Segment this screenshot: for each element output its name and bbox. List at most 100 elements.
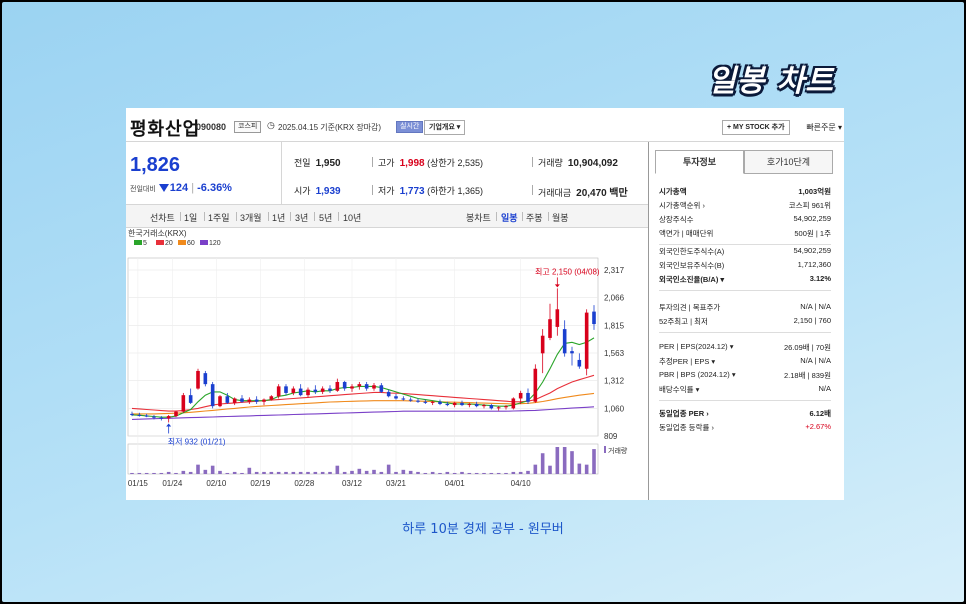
volume-bar xyxy=(408,470,413,474)
tab-3year[interactable]: 3년 xyxy=(295,211,308,224)
candle-body xyxy=(364,384,369,389)
stock-quote-panel: 평화산업 090080 코스피 ◷ 2025.04.15 기준(KRX 장마감)… xyxy=(126,108,844,500)
tab-3month[interactable]: 3개월 xyxy=(240,211,262,224)
volume-bar xyxy=(394,471,398,474)
info-row: PER | EPS(2024.12) ▾ 26.09배 | 70원 xyxy=(659,342,831,356)
info-row: 외국인보유주식수(B) 1,712,360 xyxy=(659,260,831,274)
info-key: 동일업종 등락률 › xyxy=(659,423,714,432)
tab-1week[interactable]: 1주일 xyxy=(208,211,230,224)
info-row: PBR | BPS (2024.12) ▾ 2.18배 | 839원 xyxy=(659,370,831,384)
slide-background: 일봉 차트 평화산업 090080 코스피 ◷ 2025.04.15 기준(KR… xyxy=(2,2,964,602)
volume-bar xyxy=(181,470,186,474)
info-value: 코스피 961위 xyxy=(788,201,831,210)
x-tick-label: 01/24 xyxy=(162,479,183,488)
candle-body xyxy=(504,406,508,408)
candle-body xyxy=(218,396,222,407)
y-tick-label: 1,563 xyxy=(604,349,625,358)
volume-bar xyxy=(137,472,142,474)
quick-order-button[interactable]: 빠른주문 ▾ xyxy=(806,122,842,133)
x-tick-label: 02/10 xyxy=(206,479,227,488)
change-percent: -6.36% xyxy=(197,182,232,194)
candle-body xyxy=(372,385,376,389)
volume-bar xyxy=(210,465,215,474)
info-value: 26.09배 | 70원 xyxy=(783,343,831,352)
x-tick-label: 02/28 xyxy=(294,479,315,488)
volume-bar xyxy=(262,471,266,474)
tab-1day[interactable]: 1일 xyxy=(184,211,197,224)
volume-bar xyxy=(438,472,442,474)
candle-body xyxy=(254,399,259,402)
candle-body xyxy=(386,391,391,397)
x-tick-label: 03/12 xyxy=(342,479,363,488)
stock-code: 090080 xyxy=(196,122,227,132)
candle-body xyxy=(320,388,325,392)
info-row: 시가총액순위 › 코스피 961위 xyxy=(659,200,831,214)
prev-close: 전일 1,950 xyxy=(294,158,341,169)
candle-body xyxy=(247,399,252,402)
candle-body xyxy=(511,398,516,409)
candle-body xyxy=(210,384,215,407)
quote-main: 1,826 전일대비 124 | -6.36% 전일 1,950 고가 1,998… xyxy=(126,142,648,500)
info-key: 액면가 | 매매단위 xyxy=(659,229,714,238)
volume-bar xyxy=(562,447,567,474)
info-divider xyxy=(659,290,831,291)
info-row: 상장주식수 54,902,259 xyxy=(659,214,831,228)
info-row: 시가총액 1,003억원 xyxy=(659,186,831,200)
volume-bar xyxy=(328,471,332,474)
tab-5year[interactable]: 5년 xyxy=(319,211,332,224)
volume-label: 거래량 xyxy=(608,446,628,455)
info-row: 액면가 | 매매단위 500원 | 1주 xyxy=(659,228,831,242)
date-label: 2025.04.15 기준(KRX 장마감) xyxy=(278,123,382,132)
info-value: 2,150 | 760 xyxy=(793,316,831,325)
tab-10year[interactable]: 10년 xyxy=(343,211,361,224)
candle-body xyxy=(518,392,523,399)
volume-bar xyxy=(548,465,552,474)
y-tick-label: 1,312 xyxy=(604,377,625,386)
volume-bar xyxy=(584,464,589,474)
tab-monthly[interactable]: 월봉 xyxy=(552,211,569,224)
chart-canvas: 2,317 2,066 1,815 1,563 1,312 1,060 809 01/15 01… xyxy=(127,229,628,488)
change-label: 전일대비 xyxy=(130,186,156,193)
tab-orderbook[interactable]: 호가10단계 xyxy=(744,150,833,174)
tab-candle[interactable]: 봉차트 xyxy=(466,211,491,224)
info-key: 투자의견 | 목표주가 xyxy=(659,303,721,312)
tab-daily[interactable]: 일봉 xyxy=(501,211,518,224)
info-row: 외국인한도주식수(A) 54,902,259 xyxy=(659,246,831,260)
volume-bar xyxy=(526,470,530,474)
info-row: 52주최고 | 최저 2,150 | 760 xyxy=(659,316,831,330)
daily-candle-chart[interactable]: 2,317 2,066 1,815 1,563 1,312 1,060 809 01/15 01… xyxy=(126,228,648,498)
info-value: N/A xyxy=(818,384,831,393)
y-tick-label: 2,317 xyxy=(604,266,625,275)
volume-bar xyxy=(430,471,435,474)
tab-1year[interactable]: 1년 xyxy=(272,211,285,224)
candle-body xyxy=(445,403,450,406)
realtime-tag[interactable]: 실시간 xyxy=(396,121,424,133)
candle-body xyxy=(408,399,413,401)
volume-bar xyxy=(166,471,171,474)
add-mystock-button[interactable]: + MY STOCK 추가 xyxy=(722,120,790,135)
tab-line-chart[interactable]: 선차트 xyxy=(150,211,175,224)
legend-swatch xyxy=(200,240,208,245)
info-value: +2.67% xyxy=(805,422,831,431)
info-row: 동일업종 PER › 6.12배 xyxy=(659,408,831,422)
company-name: 평화산업 xyxy=(130,119,201,139)
company-info-button[interactable]: 기업개요 ▾ xyxy=(424,120,466,135)
candle-body xyxy=(137,414,142,416)
volume-bar xyxy=(452,472,457,474)
tab-weekly[interactable]: 주봉 xyxy=(526,211,543,224)
change-amount: 124 xyxy=(169,182,189,194)
volume-bar xyxy=(269,471,274,474)
info-row: 동일업종 등락률 › +2.67% xyxy=(659,422,831,436)
volume-bar xyxy=(232,471,237,474)
x-tick-label: 04/10 xyxy=(511,479,532,488)
volume-bar xyxy=(320,471,325,474)
volume-bar xyxy=(276,471,281,474)
candle-body xyxy=(562,329,567,354)
tab-invest-info[interactable]: 투자정보 xyxy=(655,150,744,174)
volume-bar xyxy=(357,468,362,474)
high-annotation: 최고 2,150 (04/08) xyxy=(535,266,600,276)
info-row: 외국인소진율(B/A) ▾ 3.12% xyxy=(659,274,831,288)
legend-swatch xyxy=(156,240,164,245)
y-tick-label: 1,060 xyxy=(604,404,625,413)
candle-body xyxy=(306,389,310,396)
